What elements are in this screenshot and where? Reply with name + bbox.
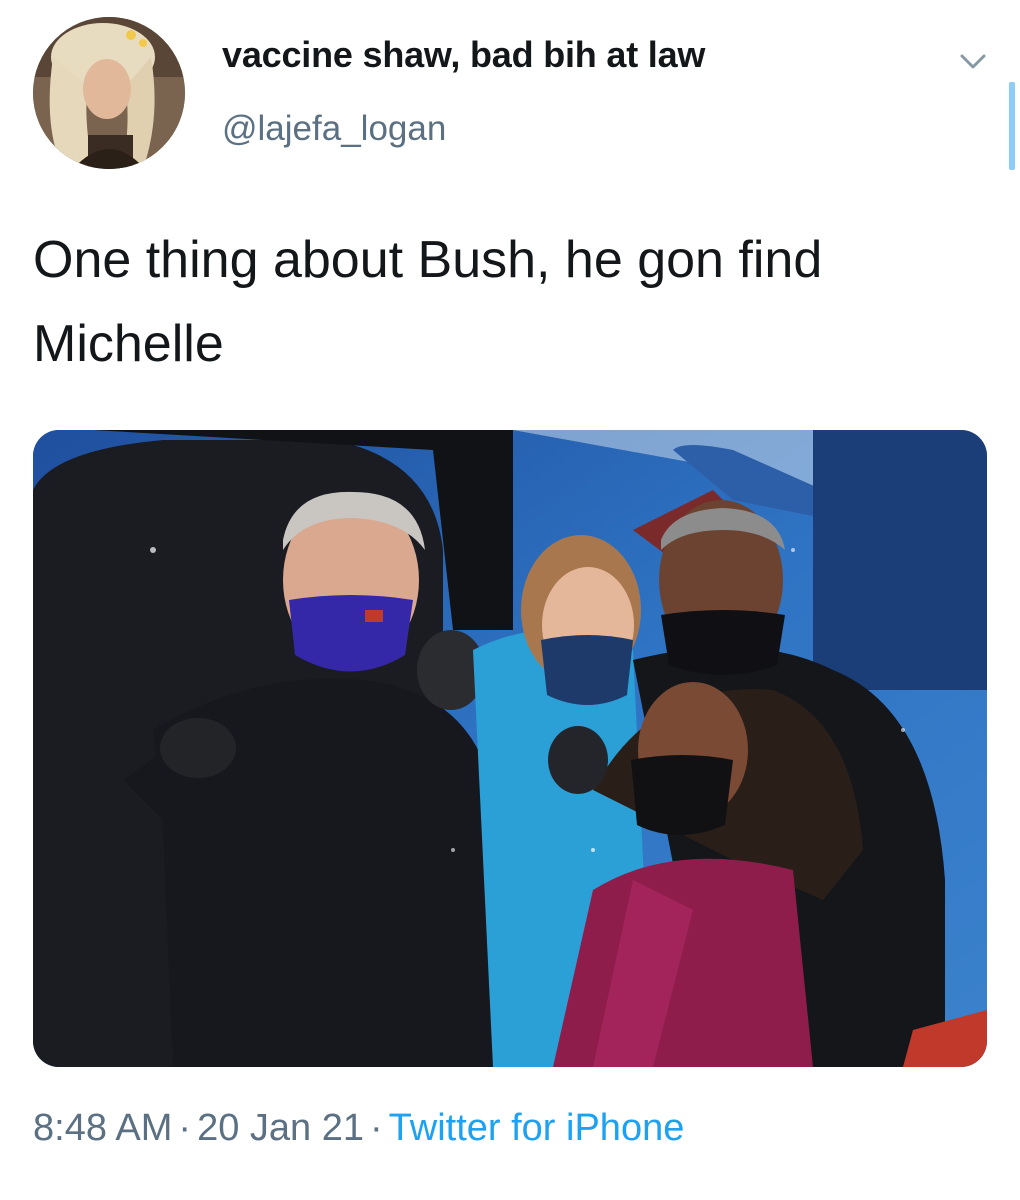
tweet-time[interactable]: 8:48 AM — [33, 1107, 172, 1149]
tweet-text: One thing about Bush, he gon find Michel… — [33, 231, 823, 373]
scroll-indicator[interactable] — [1009, 82, 1015, 170]
user-handle[interactable]: @lajefa_logan — [222, 109, 446, 149]
meta-separator: · — [370, 1107, 383, 1149]
tweet-source[interactable]: Twitter for iPhone — [389, 1107, 685, 1149]
tweet-photo[interactable] — [33, 430, 987, 1067]
meta-separator: · — [178, 1107, 192, 1149]
avatar[interactable] — [33, 17, 185, 169]
tweet-meta: 8:48 AM · 20 Jan 21 · Twitter for iPhone — [33, 1107, 684, 1150]
chevron-down-icon[interactable] — [958, 50, 988, 74]
tweet-date[interactable]: 20 Jan 21 — [197, 1107, 364, 1149]
avatar-image — [33, 17, 185, 169]
display-name[interactable]: vaccine shaw, bad bih at law — [222, 34, 705, 76]
photo-image — [33, 430, 987, 1067]
